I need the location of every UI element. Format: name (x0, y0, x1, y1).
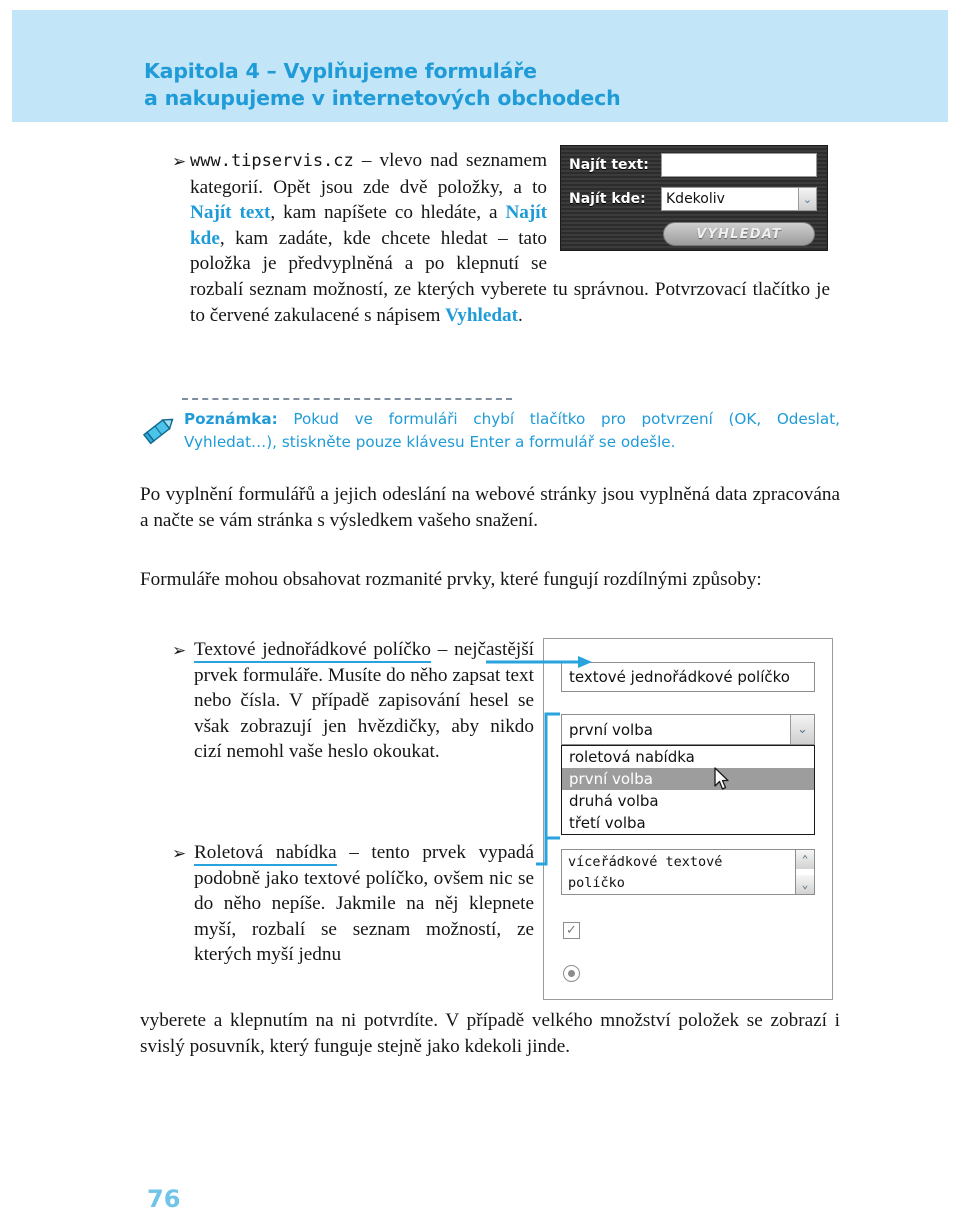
intro-text-4: . (518, 304, 523, 326)
search-figure-float (547, 148, 830, 256)
list-item[interactable]: roletová nabídka (562, 746, 814, 768)
paragraph-formulare: Formuláře mohou obsahovat rozmanité prvk… (140, 569, 762, 590)
note-body: Pokud ve formuláři chybí tlačítko pro po… (184, 410, 840, 451)
radio-dot-icon (568, 970, 575, 977)
figure-text-input[interactable]: textové jednořádkové políčko (561, 662, 815, 692)
list-item[interactable]: druhá volba (562, 790, 814, 812)
figure-select-value: první volba (569, 720, 653, 739)
figure-textarea-line-2: políčko (568, 875, 625, 891)
list-item[interactable]: třetí volba (562, 812, 814, 834)
paragraph-tail: vyberete a klepnutím na ni potvrdíte. V … (140, 1010, 840, 1057)
form-elements-figure: textové jednořádkové políčko první volba… (543, 638, 833, 1000)
bullet-1-heading: Textové jednořádkové políčko (194, 639, 431, 663)
note-dashed-rule (182, 398, 512, 400)
pencil-icon (142, 418, 174, 445)
figure-select-box[interactable]: první volba ⌄ (561, 714, 815, 745)
page-title: Kapitola 4 – Vyplňujeme formuláře a naku… (144, 58, 904, 112)
figure-textarea-scrollbar[interactable]: ⌃ ⌄ (795, 850, 814, 894)
bullet-item-textove-policko: Textové jednořádkové políčko – nejčastěj… (194, 637, 534, 765)
scroll-down-icon[interactable]: ⌄ (796, 875, 814, 894)
figure-textarea-line-1: víceřádkové textové (568, 854, 723, 870)
intro-bold-vyhledat: Vyhledat (445, 304, 519, 326)
paragraph-po-vyplneni: Po vyplnění formulářů a jejich odeslání … (140, 484, 840, 531)
figure-textarea[interactable]: víceřádkové textové políčko ⌃ ⌄ (561, 849, 815, 895)
intro-url: www.tipservis.cz (190, 151, 354, 171)
intro-text-2: , kam napíšete co hledáte, a (270, 202, 506, 224)
mouse-pointer-icon (714, 767, 729, 790)
figure-radio-button[interactable] (563, 965, 580, 982)
chapter-title-line-2: a nakupujeme v internetových obchodech (144, 86, 621, 110)
bullet-item-roletova-nabidka: Roletová nabídka – tento prvek vypadá po… (194, 840, 534, 968)
scroll-up-icon[interactable]: ⌃ (796, 850, 814, 869)
intro-paragraph: www.tipservis.cz – vlevo nad seznamem ka… (190, 148, 830, 328)
chapter-title-line-1: Kapitola 4 – Vyplňujeme formuláře (144, 59, 537, 83)
chevron-down-icon[interactable]: ⌄ (790, 715, 814, 744)
note-label: Poznámka: (184, 410, 278, 428)
bullet-arrow-icon: ➢ (172, 844, 187, 864)
intro-bold-najit-text: Najít text (190, 202, 271, 224)
bullet-arrow-icon: ➢ (172, 641, 187, 661)
note-text: Poznámka: Pokud ve formuláři chybí tlačí… (184, 408, 840, 454)
figure-dropdown-list[interactable]: roletová nabídka první volba druhá volba… (561, 745, 815, 835)
figure-checkbox[interactable]: ✓ (563, 922, 580, 939)
bullet-arrow-icon: ➢ (172, 152, 187, 172)
list-item[interactable]: první volba (562, 768, 814, 790)
bullet-2-heading: Roletová nabídka (194, 842, 337, 866)
page-number: 76 (147, 1185, 181, 1213)
